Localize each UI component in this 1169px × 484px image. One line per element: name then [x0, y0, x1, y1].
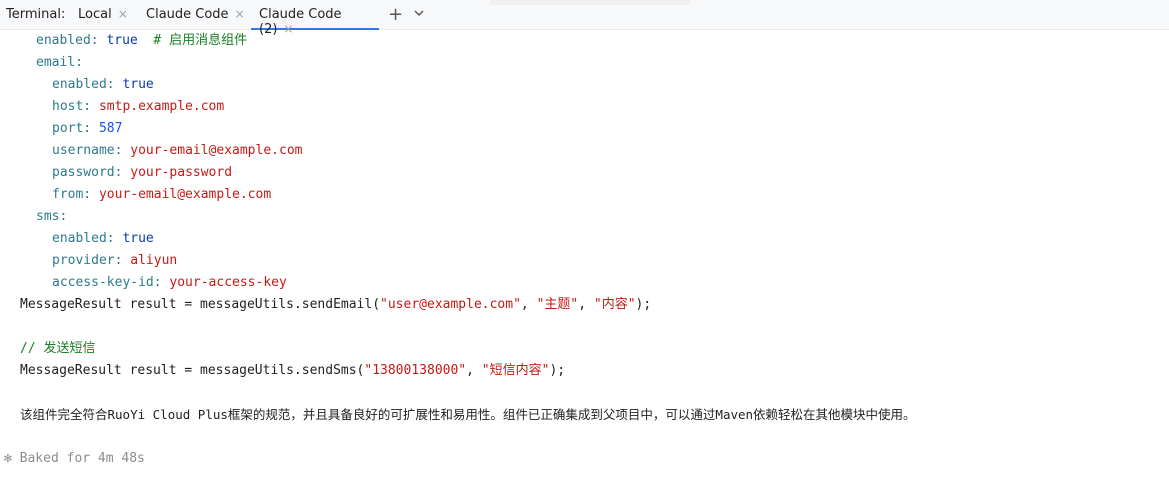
code-line: MessageResult result = messageUtils.send…	[20, 297, 652, 312]
code-line: MessageResult result = messageUtils.send…	[20, 363, 566, 378]
code-line: username: your-email@example.com	[52, 143, 303, 158]
tab-claude-code-2[interactable]: Claude Code (2) ×	[251, 0, 379, 37]
tab-local[interactable]: Local ×	[78, 0, 128, 30]
spinner-icon: ✻	[4, 451, 12, 466]
code-line: port: 587	[52, 121, 123, 136]
code-line: sms:	[36, 209, 68, 224]
tab-label: Local	[78, 7, 112, 22]
window-edge	[490, 0, 690, 5]
close-icon[interactable]: ×	[235, 7, 245, 21]
code-comment: // 发送短信	[20, 341, 96, 356]
code-line: password: your-password	[52, 165, 233, 180]
tab-label: Claude Code	[146, 7, 229, 22]
code-line: access-key-id: your-access-key	[52, 275, 287, 290]
code-line: host: smtp.example.com	[52, 99, 225, 114]
terminal-label: Terminal:	[6, 7, 66, 22]
tab-claude-code[interactable]: Claude Code ×	[146, 0, 245, 30]
code-line: email:	[36, 55, 83, 70]
status-line: ✻ Baked for 4m 48s	[4, 451, 145, 466]
code-line: from: your-email@example.com	[52, 187, 272, 202]
tab-label: Claude Code (2)	[259, 7, 342, 37]
code-line: enabled: true	[52, 231, 154, 246]
close-icon[interactable]: ×	[283, 22, 293, 36]
summary-text: 该组件完全符合RuoYi Cloud Plus框架的规范，并且具备良好的可扩展性…	[20, 407, 916, 422]
close-icon[interactable]: ×	[118, 7, 128, 21]
code-line: enabled: true	[52, 77, 154, 92]
chevron-down-icon[interactable]	[412, 6, 426, 24]
terminal-tab-bar: Terminal: Local × Claude Code × Claude Cod…	[0, 0, 1169, 37]
plus-icon[interactable]: +	[388, 4, 403, 25]
code-line: provider: aliyun	[52, 253, 178, 268]
code-line: enabled: true # 启用消息组件	[36, 33, 248, 48]
